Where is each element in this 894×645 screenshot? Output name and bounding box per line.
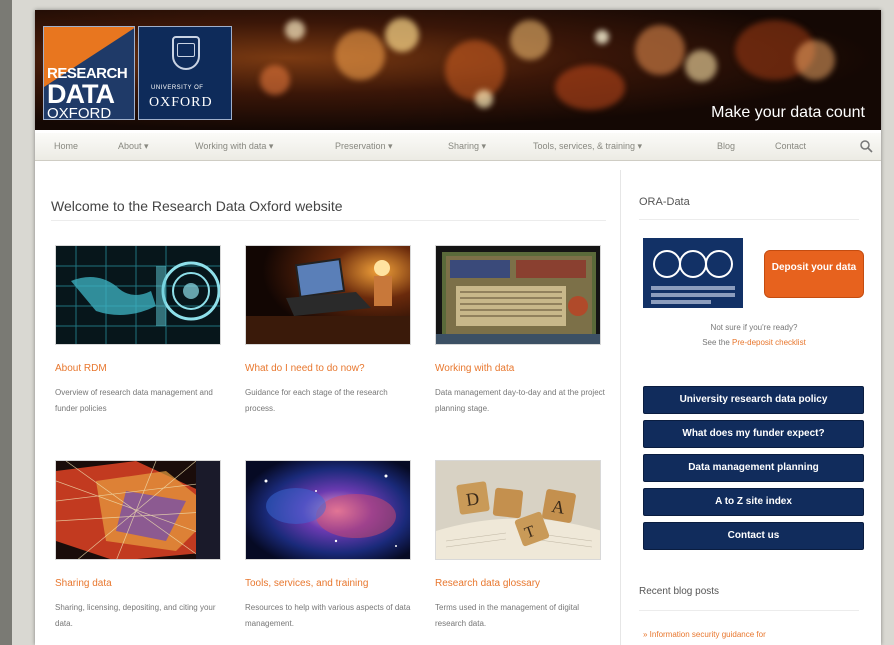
university-of-oxford-logo[interactable]: UNIVERSITY OF OXFORD xyxy=(138,26,232,120)
card-title[interactable]: Research data glossary xyxy=(435,578,540,589)
nav-item-home[interactable]: Home xyxy=(54,141,78,151)
nav-item-working-with-data[interactable]: Working with data ▾ xyxy=(195,141,273,152)
nav-item-contact[interactable]: Contact xyxy=(775,141,806,151)
see-the-text: See the xyxy=(702,338,732,347)
blog-post-link[interactable]: » Information security guidance for xyxy=(643,630,766,639)
nav-item-tools-services-training[interactable]: Tools, services, & training ▾ xyxy=(533,141,642,152)
nav-item-blog[interactable]: Blog xyxy=(717,141,735,151)
card-image-letter-tiles[interactable]: D T A xyxy=(435,460,601,560)
card-description: Guidance for each stage of the research … xyxy=(245,388,388,413)
card-title[interactable]: Tools, services, and training xyxy=(245,578,368,589)
site-tagline: Make your data count xyxy=(711,104,865,121)
pre-deposit-note: Not sure if you're ready? See the Pre-de… xyxy=(643,320,865,350)
card-title[interactable]: What do I need to do now? xyxy=(245,363,365,374)
card-description: Data management day-to-day and at the pr… xyxy=(435,388,605,413)
recent-blog-posts-title: Recent blog posts xyxy=(639,586,720,597)
card-image-manuscript[interactable] xyxy=(435,245,601,345)
card-image-nebula[interactable] xyxy=(245,460,411,560)
site-index-button[interactable]: A to Z site index xyxy=(643,488,864,516)
pre-deposit-checklist-link[interactable]: Pre-deposit checklist xyxy=(732,338,806,347)
card-title[interactable]: About RDM xyxy=(55,363,107,374)
research-data-oxford-logo[interactable]: RESEARCH DATA OXFORD xyxy=(43,26,135,120)
sidebar-title: ORA-Data xyxy=(639,196,690,208)
oxford-logo-small-text: UNIVERSITY OF xyxy=(151,85,204,91)
deposit-your-data-button[interactable]: Deposit your data xyxy=(764,250,864,298)
sidebar-divider xyxy=(620,170,621,645)
website: RESEARCH DATA OXFORD UNIVERSITY OF OXFOR… xyxy=(35,10,881,645)
card-description: Terms used in the management of digital … xyxy=(435,603,580,628)
oxford-logo-name: OXFORD xyxy=(149,95,213,110)
card-description: Overview of research data management and… xyxy=(55,388,213,413)
funder-expect-button[interactable]: What does my funder expect? xyxy=(643,420,864,448)
search-icon[interactable] xyxy=(859,139,873,153)
card-description: Sharing, licensing, depositing, and citi… xyxy=(55,603,216,628)
card-title[interactable]: Sharing data xyxy=(55,578,112,589)
svg-text:D: D xyxy=(465,488,481,510)
card-description: Resources to help with various aspects o… xyxy=(245,603,411,628)
card-image-about-rdm[interactable] xyxy=(55,245,221,345)
data-management-planning-button[interactable]: Data management planning xyxy=(643,454,864,482)
nav-item-about[interactable]: About ▾ xyxy=(118,141,149,152)
research-data-policy-button[interactable]: University research data policy xyxy=(643,386,864,414)
not-sure-text: Not sure if you're ready? xyxy=(710,323,798,332)
site-header: RESEARCH DATA OXFORD UNIVERSITY OF OXFOR… xyxy=(35,10,881,130)
nav-item-preservation[interactable]: Preservation ▾ xyxy=(335,141,393,152)
card-image-sharing[interactable] xyxy=(55,460,221,560)
nav-item-sharing[interactable]: Sharing ▾ xyxy=(448,141,486,152)
contact-us-button[interactable]: Contact us xyxy=(643,522,864,550)
card-image-laptop[interactable] xyxy=(245,245,411,345)
main-navigation: Home About ▾ Working with data ▾ Preserv… xyxy=(35,133,881,161)
logo-line-3: OXFORD xyxy=(47,105,112,120)
window-edge xyxy=(0,0,12,645)
card-title[interactable]: Working with data xyxy=(435,363,514,374)
page-title: Welcome to the Research Data Oxford webs… xyxy=(51,198,343,214)
ora-data-logo[interactable] xyxy=(643,238,743,308)
